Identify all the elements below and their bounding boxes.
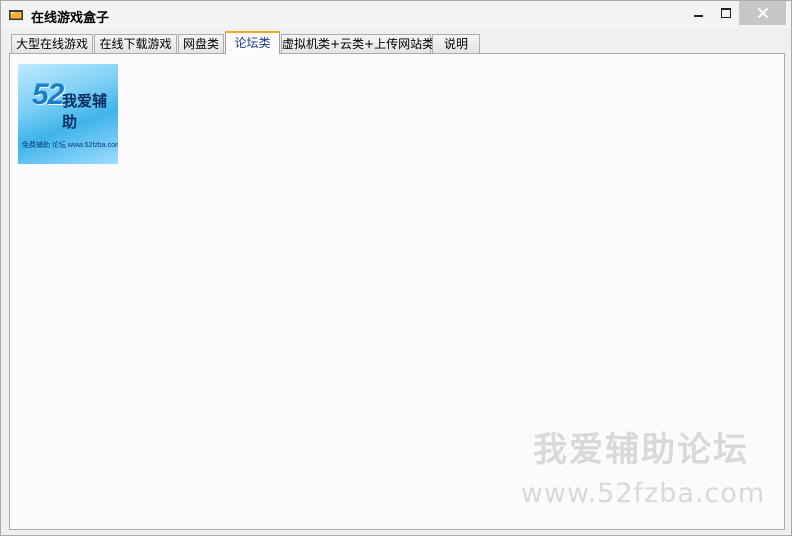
app-window: 在线游戏盒子 大型在线游戏 在线下载游戏 网盘类 论坛类 虚拟机类+云类+上传网…: [0, 0, 792, 536]
watermark-name: 我爱辅助论坛: [533, 430, 749, 470]
banner-number: 52: [32, 78, 64, 111]
maximize-button[interactable]: [712, 1, 740, 25]
tab-readme[interactable]: 说明: [432, 34, 480, 53]
minimize-icon: [693, 15, 703, 17]
tab-cloud-disk[interactable]: 网盘类: [178, 34, 224, 53]
banner-tagline: 免费辅助 论坛 www.52fzba.com: [22, 142, 118, 149]
tab-download-games[interactable]: 在线下载游戏: [94, 34, 177, 53]
watermark-url: www.52fzba.com: [520, 478, 766, 509]
tab-vm-cloud-upload[interactable]: 虚拟机类+云类+上传网站类: [281, 34, 434, 53]
maximize-icon: [721, 8, 731, 18]
tab-strip: 大型在线游戏 在线下载游戏 网盘类 论坛类 虚拟机类+云类+上传网站类 说明: [9, 31, 785, 54]
tab-large-online-games[interactable]: 大型在线游戏: [11, 34, 93, 53]
title-bar[interactable]: 在线游戏盒子: [1, 1, 791, 29]
forum-banner-link[interactable]: 52 我爱辅助 免费辅助 论坛 www.52fzba.com: [18, 64, 118, 164]
close-icon: [757, 7, 768, 19]
tab-forums[interactable]: 论坛类: [225, 31, 280, 54]
banner-name: 我爱辅助: [62, 92, 108, 131]
minimize-button[interactable]: [684, 1, 712, 25]
tab-content-panel: 52 我爱辅助 免费辅助 论坛 www.52fzba.com 我爱辅助论坛 ww…: [9, 53, 785, 530]
folder-app-icon: [9, 10, 23, 20]
close-button[interactable]: [739, 1, 786, 25]
window-title: 在线游戏盒子: [31, 11, 110, 26]
